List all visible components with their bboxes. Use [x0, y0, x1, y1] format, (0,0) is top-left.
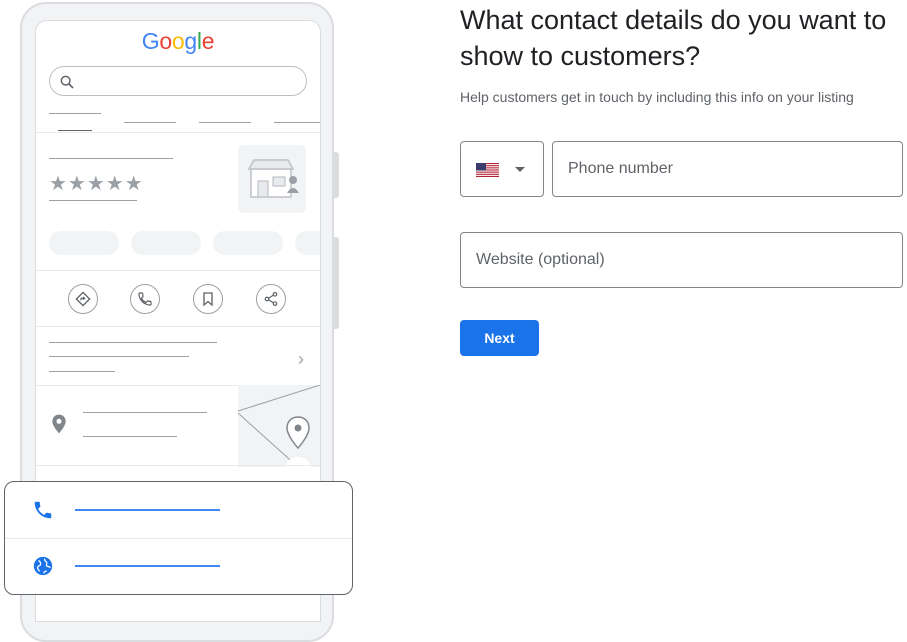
google-logo: Google — [36, 28, 320, 55]
rating-stars: ★★★★★ — [49, 173, 144, 195]
storefront-icon — [247, 159, 299, 198]
divider — [36, 326, 320, 327]
tab-placeholder-active — [58, 130, 92, 131]
page-title: What contact details do you want to show… — [460, 5, 887, 71]
description-placeholder — [49, 371, 115, 372]
directions-icon — [75, 291, 91, 307]
description-placeholder — [49, 342, 217, 343]
chevron-right-icon: › — [298, 349, 304, 369]
phone-icon — [34, 501, 52, 519]
divider — [36, 270, 320, 271]
next-button[interactable]: Next — [460, 320, 539, 356]
logo-letter: o — [159, 28, 172, 54]
description-placeholder — [49, 356, 189, 357]
country-code-select[interactable] — [460, 141, 544, 197]
tab-placeholder — [274, 122, 320, 123]
search-icon — [60, 75, 74, 89]
logo-letter: g — [184, 28, 197, 54]
phone-side-button — [334, 152, 339, 198]
illustration-search-bar — [49, 66, 307, 96]
category-placeholder — [49, 200, 137, 201]
website-input[interactable] — [460, 232, 903, 288]
us-flag-icon — [476, 163, 499, 177]
phone-side-button — [334, 237, 339, 329]
bookmark-icon — [203, 292, 213, 307]
globe-icon — [33, 556, 53, 576]
tab-placeholder — [199, 122, 251, 123]
chip-placeholder — [49, 231, 119, 255]
call-button — [130, 284, 160, 314]
logo-letter: o — [171, 28, 185, 54]
chip-placeholder — [213, 231, 283, 255]
share-button — [256, 284, 286, 314]
save-button — [193, 284, 223, 314]
chip-placeholder — [131, 231, 201, 255]
logo-letter: G — [141, 28, 160, 54]
chevron-down-icon — [515, 167, 525, 172]
logo-letter: e — [201, 28, 215, 54]
divider — [5, 538, 352, 539]
business-name-placeholder — [49, 158, 173, 159]
divider — [36, 132, 320, 133]
tab-placeholder — [124, 122, 176, 123]
phone-placeholder-line — [75, 509, 220, 511]
phone-icon — [138, 292, 152, 306]
share-icon — [264, 292, 278, 306]
directions-button — [68, 284, 98, 314]
map-thumbnail — [238, 385, 320, 467]
address-placeholder — [83, 412, 207, 413]
contact-details-card — [4, 481, 353, 595]
divider — [36, 465, 320, 466]
page-subtitle: Help customers get in touch by including… — [460, 89, 854, 105]
location-pin-icon — [52, 414, 66, 434]
tab-placeholder — [49, 113, 101, 114]
chip-placeholder — [295, 231, 320, 255]
address-placeholder — [83, 436, 177, 437]
phone-number-input[interactable] — [552, 141, 903, 197]
website-placeholder-line — [75, 565, 220, 567]
storefront-image — [238, 145, 306, 213]
